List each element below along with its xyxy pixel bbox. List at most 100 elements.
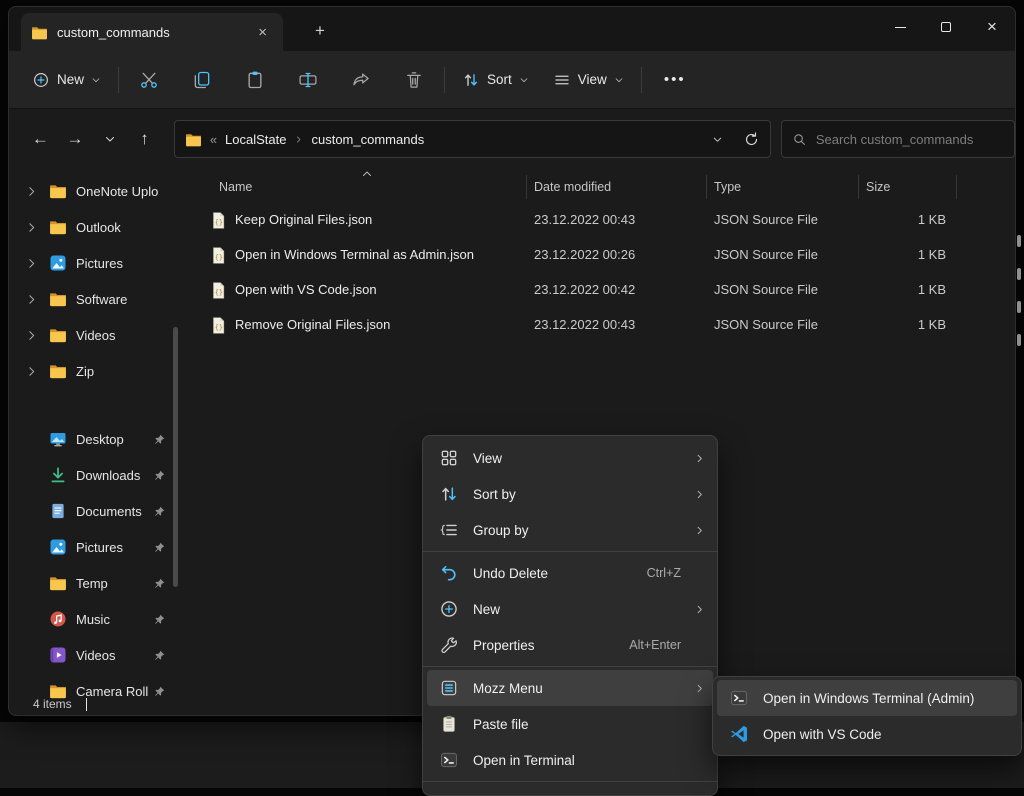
column-header-type[interactable]: Type (714, 180, 741, 194)
refresh-icon[interactable] (743, 131, 760, 148)
sidebar-item-music[interactable]: Music (9, 601, 179, 637)
breadcrumb-localstate[interactable]: LocalState (225, 132, 286, 147)
menu-separator (423, 666, 717, 667)
pin-icon (153, 469, 166, 482)
sidebar-item-temp[interactable]: Temp (9, 565, 179, 601)
trash-icon (404, 70, 424, 90)
column-header-size[interactable]: Size (866, 180, 890, 194)
column-divider[interactable] (858, 175, 859, 199)
sidebar-item-documents[interactable]: Documents (9, 493, 179, 529)
sidebar-item-downloads[interactable]: Downloads (9, 457, 179, 493)
file-row[interactable]: Open in Windows Terminal as Admin.json 2… (179, 238, 1015, 273)
rename-button[interactable] (286, 61, 330, 99)
minimize-button[interactable] (877, 7, 923, 47)
cut-button[interactable] (127, 61, 171, 99)
submenu-item-open-vscode[interactable]: Open with VS Code (717, 716, 1017, 752)
context-menu-item-view[interactable]: View (427, 440, 713, 476)
context-menu-item-properties[interactable]: Properties Alt+Enter (427, 627, 713, 663)
close-button[interactable]: × (969, 7, 1015, 47)
sidebar-item-outlook[interactable]: Outlook (9, 209, 179, 245)
sidebar-item-videos-pinned[interactable]: Videos (9, 637, 179, 673)
context-menu-item-open-in-terminal[interactable]: Open in Terminal (427, 742, 713, 778)
new-button-label: New (57, 72, 84, 87)
tab-close-icon[interactable]: × (252, 23, 273, 42)
up-button[interactable]: ↑ (127, 122, 162, 156)
menu-separator (423, 781, 717, 782)
chevron-right-icon (25, 365, 38, 378)
sort-ascending-icon (361, 168, 373, 180)
chevron-down-icon (91, 75, 101, 85)
share-button[interactable] (339, 61, 383, 99)
file-size: 1 KB (866, 247, 946, 262)
sidebar-scrollbar-thumb[interactable] (173, 327, 178, 587)
file-modified: 23.12.2022 00:42 (534, 282, 635, 297)
file-row[interactable]: Open with VS Code.json 23.12.2022 00:42 … (179, 273, 1015, 308)
search-input[interactable] (816, 132, 1004, 147)
column-header-name[interactable]: Name (219, 180, 252, 194)
sidebar-item-zip[interactable]: Zip (9, 353, 179, 389)
folder-icon (49, 218, 67, 236)
paste-button[interactable] (233, 61, 277, 99)
menu-item-label: Undo Delete (473, 566, 647, 581)
toolbar-divider (118, 67, 119, 93)
json-file-icon (211, 281, 226, 300)
forward-button[interactable]: → (58, 122, 93, 156)
menu-item-label: Open in Windows Terminal (Admin) (763, 691, 1009, 706)
back-button[interactable]: ← (23, 122, 58, 156)
new-button[interactable]: New (23, 64, 110, 96)
sidebar-item-pictures[interactable]: Pictures (9, 245, 179, 281)
sidebar-item-pictures-pinned[interactable]: Pictures (9, 529, 179, 565)
sidebar-item-videos[interactable]: Videos (9, 317, 179, 353)
tab-custom-commands[interactable]: custom_commands × (21, 13, 283, 51)
context-menu-item-new[interactable]: New (427, 591, 713, 627)
new-tab-button[interactable]: + (305, 17, 335, 45)
context-menu-item-undo-delete[interactable]: Undo Delete Ctrl+Z (427, 555, 713, 591)
column-divider[interactable] (526, 175, 527, 199)
recent-locations-button[interactable] (92, 122, 127, 156)
address-dropdown-icon[interactable] (712, 134, 723, 145)
plus-circle-icon (32, 71, 50, 89)
json-file-icon (211, 211, 226, 230)
breadcrumb-overflow[interactable]: « (210, 132, 217, 147)
folder-icon (49, 182, 67, 200)
chevron-right-icon (25, 221, 38, 234)
sort-button[interactable]: Sort (453, 64, 538, 96)
search-box (781, 120, 1015, 158)
more-options-button[interactable]: ••• (650, 71, 700, 88)
file-name: Open in Windows Terminal as Admin.json (235, 247, 474, 262)
sidebar-item-onenote[interactable]: OneNote Uplo (9, 173, 179, 209)
file-row[interactable]: Keep Original Files.json 23.12.2022 00:4… (179, 203, 1015, 238)
breadcrumb-custom-commands[interactable]: custom_commands (311, 132, 424, 147)
view-button[interactable]: View (544, 64, 633, 96)
submenu-item-open-terminal-admin[interactable]: Open in Windows Terminal (Admin) (717, 680, 1017, 716)
address-bar[interactable]: « LocalState custom_commands (174, 120, 771, 158)
maximize-button[interactable] (923, 7, 969, 47)
context-menu-item-group-by[interactable]: Group by (427, 512, 713, 548)
sidebar-item-software[interactable]: Software (9, 281, 179, 317)
close-icon: × (987, 17, 997, 37)
chevron-down-icon (104, 133, 116, 145)
context-menu-item-mozz-menu[interactable]: Mozz Menu (427, 670, 713, 706)
copy-button[interactable] (180, 61, 224, 99)
folder-icon (49, 574, 67, 592)
menu-item-label: View (473, 451, 687, 466)
folder-icon (49, 290, 67, 308)
file-modified: 23.12.2022 00:26 (534, 247, 635, 262)
delete-button[interactable] (392, 61, 436, 99)
sidebar-item-label: Downloads (76, 468, 140, 483)
sidebar-item-desktop[interactable]: Desktop (9, 421, 179, 457)
file-row[interactable]: Remove Original Files.json 23.12.2022 00… (179, 308, 1015, 343)
chevron-right-icon (25, 329, 38, 342)
sidebar-item-label: OneNote Uplo (76, 184, 158, 199)
submenu-chevron-icon (694, 683, 705, 694)
menu-item-label: New (473, 602, 687, 617)
chevron-down-icon (519, 75, 529, 85)
column-divider[interactable] (956, 175, 957, 199)
context-menu-item-sort-by[interactable]: Sort by (427, 476, 713, 512)
pin-icon (153, 577, 166, 590)
context-menu-item-paste-file[interactable]: Paste file (427, 706, 713, 742)
file-type: JSON Source File (714, 247, 818, 262)
sidebar-item-label: Music (76, 612, 110, 627)
column-divider[interactable] (706, 175, 707, 199)
column-header-modified[interactable]: Date modified (534, 180, 611, 194)
